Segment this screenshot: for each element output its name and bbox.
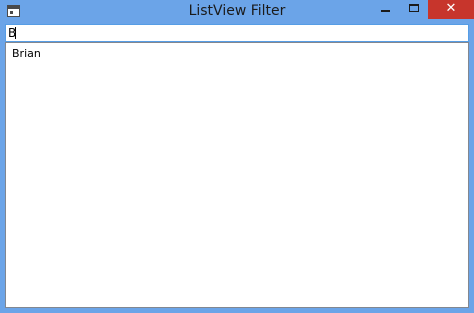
minimize-button[interactable] [372,0,400,18]
list-view[interactable]: Brian [5,42,469,308]
minimize-icon [381,10,390,12]
close-icon: ✕ [445,1,457,16]
client-area: Brian [5,24,469,308]
title-bar[interactable]: ListView Filter ✕ [0,0,474,24]
list-item[interactable]: Brian [7,45,467,63]
text-caret [15,27,16,39]
maximize-icon [409,4,419,12]
filter-input[interactable] [5,24,469,42]
app-window: ListView Filter ✕ Brian [0,0,474,313]
close-button[interactable]: ✕ [428,0,474,19]
maximize-button[interactable] [400,0,428,18]
